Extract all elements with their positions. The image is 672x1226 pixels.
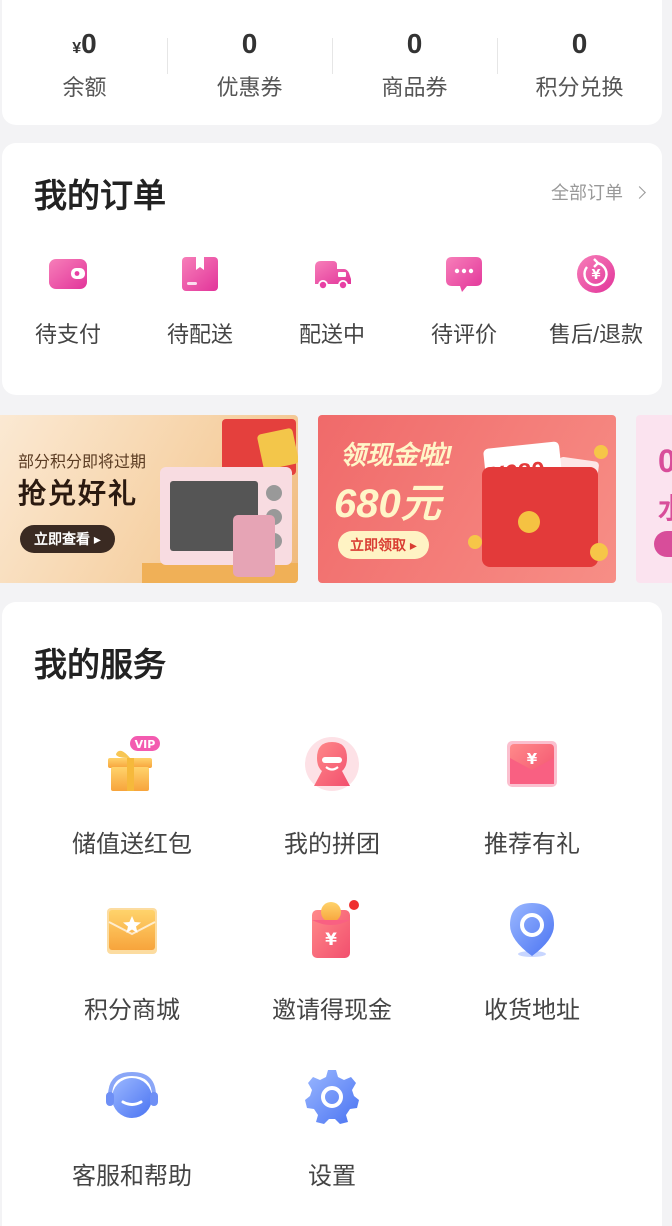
order-item-label: 售后/退款: [548, 322, 644, 347]
service-label: 邀请得现金: [272, 997, 392, 1024]
currency-symbol: ¥: [72, 40, 82, 57]
coin-graphic: [468, 535, 482, 549]
stat-label: 余额: [62, 75, 107, 100]
points-mall-icon: [107, 908, 157, 954]
svg-text:¥: ¥: [325, 930, 337, 950]
service-shipping-address[interactable]: 收货地址: [432, 900, 632, 1025]
banner-button: [654, 531, 672, 557]
order-in-delivery[interactable]: 配送中: [266, 253, 398, 349]
red-envelope-icon: [482, 467, 598, 567]
orders-title: 我的订单: [34, 177, 166, 214]
view-now-button[interactable]: 立即查看 ▸: [20, 525, 115, 553]
svg-text:¥: ¥: [591, 268, 600, 283]
svg-text:¥: ¥: [527, 750, 538, 768]
stat-number: 0: [81, 28, 97, 59]
service-invite-cash[interactable]: ¥ 邀请得现金: [232, 900, 432, 1025]
all-orders-link[interactable]: 全部订单: [551, 179, 646, 205]
vip-badge: VIP: [135, 738, 156, 751]
service-group-buy[interactable]: 我的拼团: [232, 734, 432, 859]
stat-value: 0: [406, 28, 423, 59]
order-item-label: 待配送: [166, 322, 233, 347]
my-services-card: 我的服务 VIP 储值送红包 我的拼团 ¥ 推荐有礼 积分商城 ¥ 邀请得现金 …: [2, 602, 662, 1226]
banner-subtitle: 领现金啦!: [340, 440, 453, 470]
stat-points-exchange[interactable]: 0 积分兑换: [497, 0, 662, 125]
stat-product-vouchers[interactable]: 0 商品券: [332, 0, 497, 125]
order-item-label: 待评价: [430, 322, 497, 347]
banner-points-expiring[interactable]: 部分积分即将过期 抢兑好礼 立即查看 ▸: [0, 415, 298, 583]
stat-label: 优惠券: [216, 75, 283, 100]
service-label: 设置: [308, 1163, 356, 1190]
all-orders-label: 全部订单: [551, 183, 623, 203]
service-label: 推荐有礼: [484, 831, 580, 858]
claim-now-button[interactable]: 立即领取 ▸: [338, 531, 429, 559]
service-points-mall[interactable]: 积分商城: [32, 900, 232, 1025]
service-label: 储值送红包: [72, 831, 192, 858]
order-item-label: 待支付: [34, 322, 101, 347]
vip-gift-icon: VIP: [108, 736, 160, 791]
coin-graphic: [590, 543, 608, 561]
banner-title: 0: [658, 443, 672, 479]
invite-cash-icon: ¥: [312, 900, 359, 958]
service-label: 收货地址: [484, 997, 580, 1024]
stat-coupons[interactable]: 0 优惠券: [167, 0, 332, 125]
customer-service-icon: [106, 1071, 158, 1118]
stat-value: ¥0: [2, 28, 167, 60]
service-customer-support[interactable]: 客服和帮助: [32, 1066, 232, 1191]
order-after-sales[interactable]: ¥ 售后/退款: [530, 253, 662, 349]
refund-icon: ¥: [577, 255, 615, 293]
stat-label: 商品券: [381, 75, 448, 100]
order-item-label: 配送中: [298, 322, 365, 347]
banner-cash-reward[interactable]: 领现金啦! 680元 立即领取 ▸ 80 ¥680: [318, 415, 616, 583]
package-icon: [182, 257, 218, 291]
envelope-seal-graphic: [518, 511, 540, 533]
delivery-truck-icon: [315, 261, 351, 290]
settings-gear-icon: [305, 1070, 359, 1124]
service-settings[interactable]: 设置: [232, 1066, 432, 1191]
order-pending-payment[interactable]: 待支付: [2, 253, 134, 349]
stat-balance[interactable]: ¥0 余额: [2, 0, 167, 125]
order-pending-delivery[interactable]: 待配送: [134, 253, 266, 349]
my-orders-card: 我的订单 全部订单 待支付 待配送 配送中 待评价 ¥ 售后/退款: [2, 143, 662, 395]
order-status-row: 待支付 待配送 配送中 待评价 ¥ 售后/退款: [2, 253, 662, 349]
gift-box-graphic: [256, 427, 298, 471]
account-stats-card: ¥0 余额 0 优惠券 0 商品券 0 积分兑换: [2, 0, 662, 125]
banner-partial[interactable]: 0 水: [636, 415, 672, 583]
stat-value: 0: [571, 28, 588, 59]
service-label: 客服和帮助: [72, 1163, 192, 1190]
group-buy-icon: [305, 737, 359, 791]
banner-subtitle: 水: [658, 487, 672, 527]
drink-cans-image: [233, 515, 275, 577]
service-recharge-bonus[interactable]: VIP 储值送红包: [32, 734, 232, 859]
service-label: 积分商城: [84, 997, 180, 1024]
banner-subtitle: 部分积分即将过期: [18, 454, 147, 471]
wallet-icon: [49, 259, 87, 289]
order-pending-review[interactable]: 待评价: [398, 253, 530, 349]
stat-value: 0: [241, 28, 258, 59]
banner-title: 680元: [334, 482, 441, 526]
banner-title: 抢兑好礼: [18, 478, 139, 509]
comment-icon: [446, 257, 482, 292]
referral-envelope-icon: ¥: [507, 741, 557, 787]
service-referral[interactable]: ¥ 推荐有礼: [432, 734, 632, 859]
stat-label: 积分兑换: [535, 75, 624, 100]
service-label: 我的拼团: [284, 831, 380, 858]
services-title: 我的服务: [34, 646, 166, 683]
coin-graphic: [594, 445, 608, 459]
location-pin-icon: [510, 903, 554, 957]
chevron-right-icon: [633, 185, 646, 199]
